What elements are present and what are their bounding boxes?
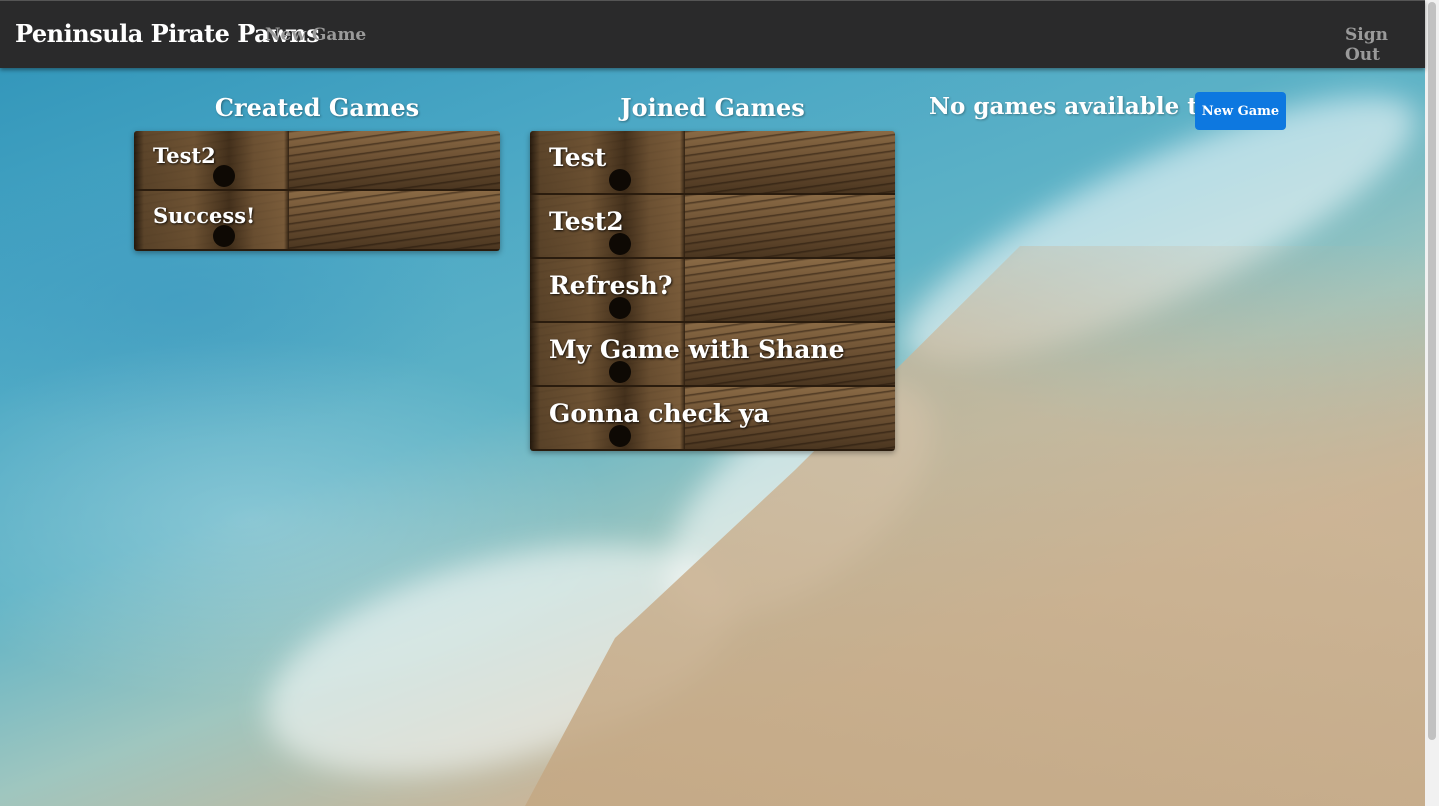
- joined-game-label: Refresh?: [549, 271, 673, 300]
- joined-game-label: My Game with Shane: [549, 335, 845, 364]
- joined-game-item[interactable]: Refresh?: [530, 259, 895, 323]
- joined-game-item[interactable]: Test2: [530, 195, 895, 259]
- joined-game-item[interactable]: Test: [530, 131, 895, 195]
- wood-hole: [609, 297, 631, 319]
- navbar: Peninsula Pirate Pawns New Game Sign Out: [0, 0, 1425, 68]
- wood-hole: [609, 233, 631, 255]
- created-game-item[interactable]: Test2: [134, 131, 500, 191]
- created-games-title: Created Games: [214, 93, 420, 122]
- new-game-button[interactable]: New Game: [1195, 92, 1286, 130]
- scrollbar-thumb[interactable]: [1428, 2, 1436, 740]
- nav-sign-out-link[interactable]: Sign Out: [1345, 25, 1425, 65]
- joined-game-label: Gonna check ya: [549, 399, 770, 428]
- joined-games-list: Test Test2 Refresh? My Game with Shane G…: [530, 131, 895, 451]
- created-games-list: Test2 Success!: [134, 131, 500, 251]
- wood-hole: [213, 225, 235, 247]
- created-game-label: Test2: [153, 143, 216, 168]
- nav-new-game-link[interactable]: New Game: [265, 25, 366, 45]
- joined-game-label: Test2: [549, 207, 624, 236]
- wood-hole: [609, 169, 631, 191]
- joined-game-item[interactable]: My Game with Shane: [530, 323, 895, 387]
- page-scrollbar[interactable]: [1425, 0, 1439, 806]
- wood-hole: [609, 361, 631, 383]
- joined-game-label: Test: [549, 143, 607, 172]
- created-game-item[interactable]: Success!: [134, 191, 500, 251]
- created-game-label: Success!: [153, 203, 256, 228]
- joined-game-item[interactable]: Gonna check ya: [530, 387, 895, 451]
- wood-hole: [213, 165, 235, 187]
- joined-games-title: Joined Games: [620, 93, 805, 122]
- wood-hole: [609, 425, 631, 447]
